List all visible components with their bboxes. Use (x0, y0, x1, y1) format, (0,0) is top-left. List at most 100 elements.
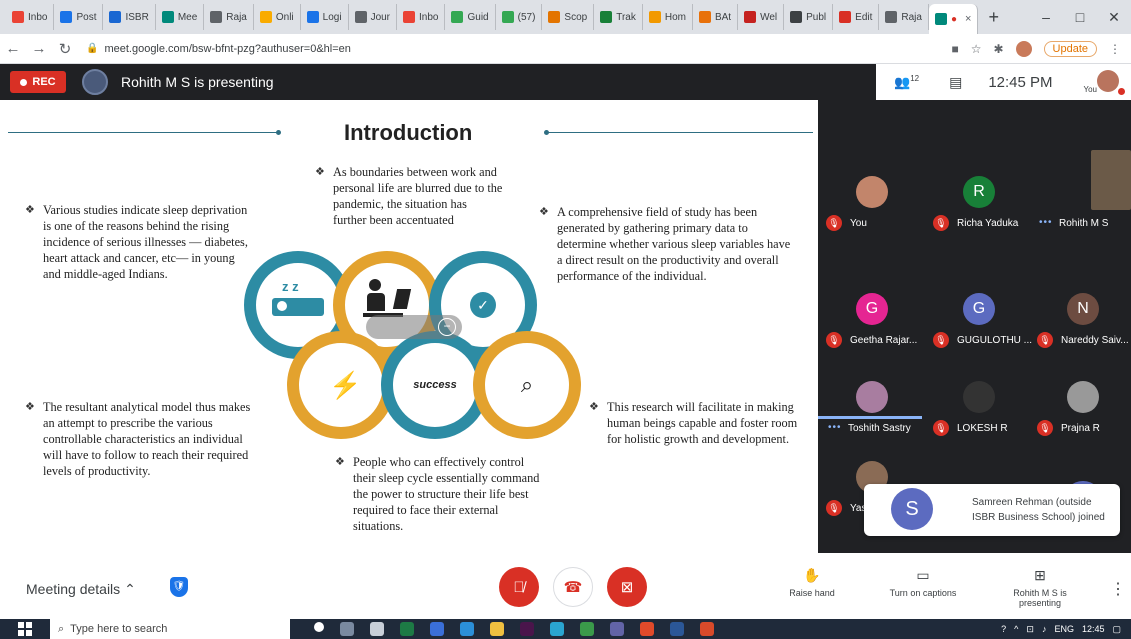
meet-favicon-icon (934, 13, 947, 25)
record-dot-icon (20, 78, 28, 86)
browser-tab[interactable]: Raja (879, 4, 929, 30)
tab-favicon-icon (354, 11, 367, 23)
browser-tab[interactable]: Post (54, 4, 104, 30)
more-options-button[interactable]: ⋮ (1110, 579, 1126, 599)
browser-tab[interactable]: Inbo (397, 4, 446, 30)
microphone-toggle-button[interactable]: 🎙̸ (499, 567, 539, 607)
self-avatar[interactable] (1097, 70, 1119, 92)
clock[interactable]: 12:45 (1082, 624, 1105, 634)
browser-tab[interactable]: Hom (643, 4, 693, 30)
close-tab-icon[interactable]: × (965, 13, 971, 25)
recording-dot-icon: ● (950, 13, 958, 25)
powerpoint-icon[interactable] (700, 622, 714, 636)
volume-icon[interactable]: ♪ (1042, 624, 1047, 634)
browser-tab[interactable]: Inbo (6, 4, 55, 30)
zoom-out-icon[interactable]: − (438, 318, 456, 336)
file-explorer-icon[interactable] (490, 622, 504, 636)
slide-paragraph: ❖ People who can effectively control the… (335, 454, 549, 534)
maximize-button[interactable]: □ (1063, 0, 1097, 34)
browser-tab[interactable]: Guid (445, 4, 496, 30)
present-label: Rohith M S is presenting (1013, 588, 1067, 608)
camera-icon[interactable]: ■ (951, 42, 958, 56)
captions-button[interactable]: ▭ Turn on captions (882, 567, 964, 598)
present-now-button[interactable]: ⊞ Rohith M S is presenting (1004, 567, 1076, 608)
slack-icon[interactable] (520, 622, 534, 636)
minimize-button[interactable]: – (1029, 0, 1063, 34)
tab-favicon-icon (259, 11, 272, 23)
edge-icon[interactable] (460, 622, 474, 636)
extensions-icon[interactable]: ✱ (993, 42, 1003, 56)
participant-tile[interactable]: You 🎙 (820, 100, 924, 231)
browser-tab[interactable]: BAt (693, 4, 739, 30)
taskbar-search[interactable]: ⌕ Type here to search (50, 619, 290, 639)
notifications-icon[interactable]: ▢ (1112, 624, 1121, 635)
tab-favicon-icon (109, 11, 122, 23)
leave-call-button[interactable]: ☎ (553, 567, 593, 607)
menu-icon[interactable]: ⋮ (1109, 42, 1121, 56)
participant-tile[interactable]: G GUGULOTHU ... 🎙 (927, 217, 1032, 348)
chrome-icon[interactable] (640, 622, 654, 636)
raise-hand-button[interactable]: ✋ Raise hand (784, 567, 840, 598)
app-icon[interactable] (580, 622, 594, 636)
task-view-icon[interactable] (340, 622, 354, 636)
windows-start-icon[interactable] (18, 622, 32, 636)
tab-label: Publ (806, 11, 827, 23)
reload-icon[interactable]: ↻ (52, 40, 78, 58)
meeting-details-button[interactable]: Meeting details ⌃ (26, 581, 136, 598)
forward-icon[interactable]: → (26, 40, 52, 57)
mail-icon[interactable] (430, 622, 444, 636)
browser-icon[interactable] (550, 622, 564, 636)
browser-tab[interactable]: Jour (349, 4, 398, 30)
tab-favicon-icon (698, 11, 711, 23)
browser-tab[interactable]: Trak (594, 4, 643, 30)
new-tab-button[interactable]: + (988, 7, 999, 28)
slide-overlay-controls[interactable]: − (366, 315, 462, 339)
store-icon[interactable] (370, 622, 384, 636)
network-icon[interactable]: ⊡ (1026, 624, 1034, 635)
browser-tab[interactable]: Raja (204, 4, 254, 30)
browser-tab[interactable]: Publ (784, 4, 834, 30)
tray-chevron-icon[interactable]: ^ (1014, 624, 1018, 634)
browser-tab[interactable]: Scop (542, 4, 595, 30)
diamond-bullet-icon: ❖ (25, 401, 35, 413)
active-tab[interactable]: ● × (928, 4, 979, 34)
participant-tile[interactable]: LOKESH R 🎙 (927, 305, 1031, 436)
teams-icon[interactable] (610, 622, 624, 636)
cortana-icon[interactable] (314, 622, 324, 632)
divider-dot-left (276, 130, 281, 135)
profile-avatar[interactable] (1015, 40, 1032, 57)
tab-favicon-icon (501, 11, 514, 23)
excel-icon[interactable] (400, 622, 414, 636)
help-icon[interactable]: ? (1001, 624, 1006, 634)
mic-muted-icon: 🎙 (826, 500, 842, 516)
recording-badge: REC (10, 71, 66, 93)
bookmark-star-icon[interactable]: ☆ (971, 42, 982, 56)
participants-button[interactable]: 👥12 (894, 74, 919, 90)
browser-tab[interactable]: Mee (156, 4, 205, 30)
update-button[interactable]: Update (1043, 40, 1097, 57)
browser-tab[interactable]: Wel (738, 4, 785, 30)
word-icon[interactable] (670, 622, 684, 636)
participant-tile[interactable]: Yas 🎙 (820, 385, 924, 516)
language-indicator[interactable]: ENG (1054, 624, 1074, 634)
mic-off-indicator-icon (1118, 88, 1125, 95)
close-window-button[interactable]: ✕ (1097, 0, 1131, 34)
browser-tab[interactable]: (57) (496, 4, 543, 30)
browser-tab[interactable]: Edit (833, 4, 880, 30)
hangup-icon: ☎ (563, 579, 583, 596)
browser-tab[interactable]: Logi (301, 4, 349, 30)
browser-tab[interactable]: ISBR (103, 4, 156, 30)
participant-tile[interactable]: Rohith M S ••• (1031, 100, 1131, 229)
tab-favicon-icon (161, 11, 174, 23)
url-field[interactable]: 🔒 meet.google.com/bsw-bfnt-pzg?authuser=… (86, 38, 951, 60)
back-icon[interactable]: ← (0, 40, 26, 57)
diamond-bullet-icon: ❖ (25, 204, 35, 216)
participant-tile[interactable]: S (1031, 385, 1131, 521)
browser-tab[interactable]: Onli (254, 4, 301, 30)
camera-toggle-button[interactable]: ⊠ (607, 567, 647, 607)
participant-tile[interactable]: R Richa Yaduka 🎙 (927, 100, 1031, 231)
participant-tile[interactable]: G Geetha Rajar... 🎙 (820, 217, 924, 348)
host-controls-shield-icon[interactable]: 🛡 (170, 577, 188, 597)
chat-icon[interactable]: ▤ (949, 74, 962, 91)
participant-tile[interactable]: N Nareddy Saiv... 🎙 (1031, 217, 1131, 348)
